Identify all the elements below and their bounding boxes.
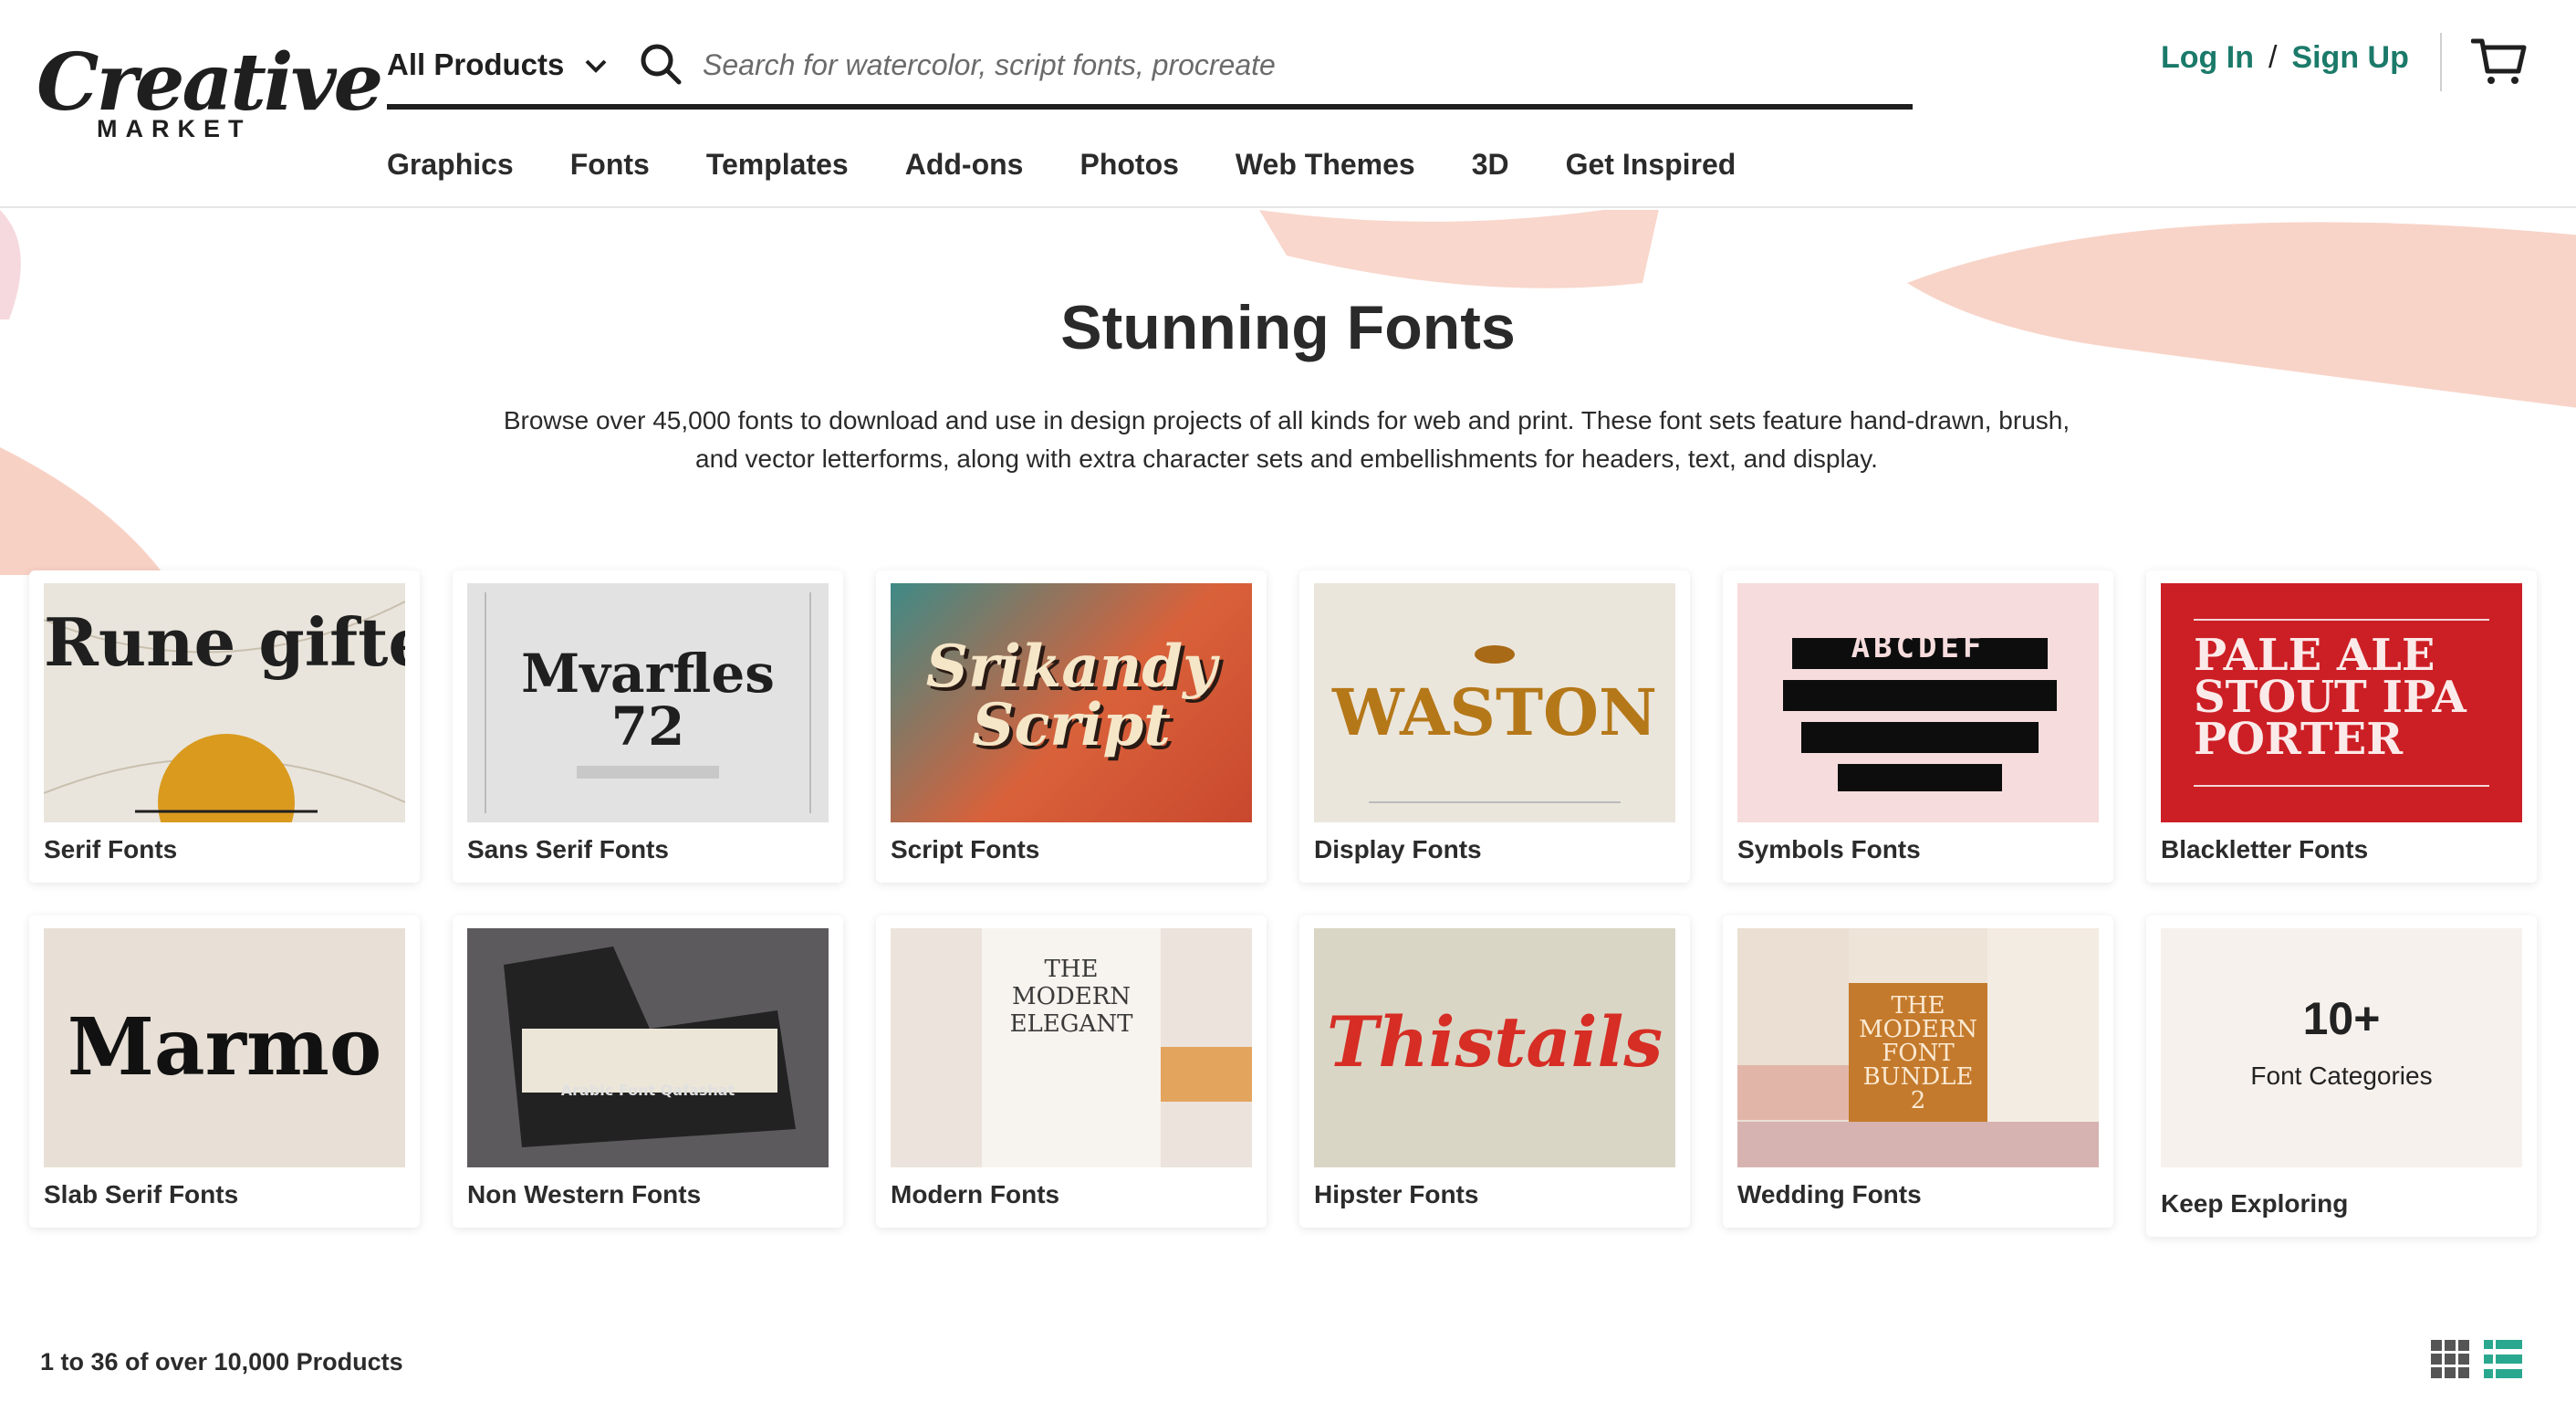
- category-grid: Rune gifter Serif Fonts Mvarfles 72 Sans…: [29, 570, 2548, 1237]
- hero-section: Stunning Fonts Browse over 45,000 fonts …: [0, 210, 2576, 575]
- thumbnail-title: Srikandy Script: [925, 633, 1217, 759]
- category-select[interactable]: All Products: [387, 47, 564, 82]
- category-label: Symbols Fonts: [1737, 835, 1921, 863]
- thumbnail-title: Mvarfles 72: [521, 643, 775, 758]
- thumbnail-title: Rune gifter: [44, 603, 405, 681]
- category-label: Display Fonts: [1314, 835, 1482, 863]
- chevron-down-icon[interactable]: [582, 57, 610, 75]
- category-card-non-western[interactable]: Arabic Font Qafashat Non Western Fonts: [453, 915, 843, 1228]
- category-thumbnail[interactable]: THE MODERN FONT BUNDLE 2: [1737, 928, 2099, 1167]
- category-label: Hipster Fonts: [1314, 1180, 1479, 1208]
- cart-icon[interactable]: [2471, 37, 2528, 88]
- nav-item-photos[interactable]: Photos: [1079, 148, 1178, 182]
- category-card-serif[interactable]: Rune gifter Serif Fonts: [29, 570, 420, 883]
- thumbnail-title: THE MODERN ELEGANT: [1009, 956, 1133, 1038]
- logo-subtitle: MARKET: [97, 115, 252, 142]
- category-label: Script Fonts: [891, 835, 1040, 863]
- category-thumbnail[interactable]: THE MODERN ELEGANT: [891, 928, 1252, 1167]
- category-thumbnail[interactable]: Rune gifter: [44, 583, 405, 822]
- thumbnail-title: ABCDEF: [1851, 629, 1986, 665]
- thumbnail-title: THE MODERN FONT BUNDLE 2: [1858, 992, 1978, 1114]
- category-thumbnail[interactable]: Mvarfles 72: [467, 583, 829, 822]
- category-card-slab-serif[interactable]: Marmo Slab Serif Fonts: [29, 915, 420, 1228]
- nav-item-graphics[interactable]: Graphics: [387, 148, 514, 182]
- signup-link[interactable]: Sign Up: [2291, 40, 2408, 75]
- category-thumbnail[interactable]: Arabic Font Qafashat: [467, 928, 829, 1167]
- search-icon[interactable]: [639, 42, 683, 86]
- category-label: Sans Serif Fonts: [467, 835, 669, 863]
- page-title: Stunning Fonts: [1060, 293, 1516, 362]
- grid-view-icon[interactable]: [2431, 1340, 2469, 1378]
- category-label: Blackletter Fonts: [2161, 835, 2369, 863]
- category-label: Slab Serif Fonts: [44, 1180, 239, 1208]
- nav-item-addons[interactable]: Add-ons: [905, 148, 1024, 182]
- category-thumbnail[interactable]: Marmo: [44, 928, 405, 1167]
- category-label: Wedding Fonts: [1737, 1180, 1922, 1208]
- main-nav: Graphics Fonts Templates Add-ons Photos …: [387, 148, 1792, 182]
- category-thumbnail[interactable]: Thistails: [1314, 928, 1675, 1167]
- page-description: Browse over 45,000 fonts to download and…: [503, 406, 2070, 473]
- auth-separator: /: [2268, 40, 2278, 75]
- category-card-wedding[interactable]: THE MODERN FONT BUNDLE 2 Wedding Fonts: [1723, 915, 2113, 1228]
- category-card-script[interactable]: Srikandy Script Script Fonts: [876, 570, 1267, 883]
- category-card-hipster[interactable]: Thistails Hipster Fonts: [1299, 915, 1690, 1228]
- thumbnail-title: WASTON: [1331, 675, 1658, 750]
- category-thumbnail[interactable]: ABCDEF: [1737, 583, 2099, 822]
- category-card-sans-serif[interactable]: Mvarfles 72 Sans Serif Fonts: [453, 570, 843, 883]
- thumbnail-title: Marmo: [67, 1001, 382, 1093]
- category-card-modern[interactable]: THE MODERN ELEGANT Modern Fonts: [876, 915, 1267, 1228]
- thumbnail-title: PALE ALE STOUT IPA PORTER: [2194, 630, 2466, 765]
- decorative-brush-stroke: [0, 447, 164, 575]
- nav-item-templates[interactable]: Templates: [706, 148, 849, 182]
- search-input[interactable]: [703, 42, 1889, 88]
- header-divider: [2440, 33, 2442, 91]
- thumbnail-title: Thistails: [1326, 1001, 1663, 1083]
- category-label: Keep Exploring: [2161, 1189, 2349, 1218]
- category-thumbnail[interactable]: Srikandy Script: [891, 583, 1252, 822]
- thumbnail-count: 10+: [2302, 993, 2381, 1044]
- thumbnail-decoration: [1783, 638, 2057, 791]
- category-label: Non Western Fonts: [467, 1180, 702, 1208]
- category-label: Serif Fonts: [44, 835, 178, 863]
- results-count: 1 to 36 of over 10,000 Products: [40, 1348, 403, 1375]
- site-header: Creative MARKET All Products Log In / Sign…: [0, 0, 2576, 208]
- list-view-icon[interactable]: [2484, 1340, 2522, 1378]
- thumbnail-title: Arabic Font Qafashat: [560, 1082, 735, 1099]
- category-card-display[interactable]: WASTON Display Fonts: [1299, 570, 1690, 883]
- nav-item-get-inspired[interactable]: Get Inspired: [1566, 148, 1736, 182]
- category-label: Modern Fonts: [891, 1180, 1060, 1208]
- search-bar: All Products: [387, 31, 1913, 110]
- login-link[interactable]: Log In: [2161, 40, 2254, 75]
- category-thumbnail[interactable]: 10+ Font Categories: [2161, 928, 2522, 1167]
- category-card-keep-exploring[interactable]: 10+ Font Categories Keep Exploring: [2146, 915, 2537, 1237]
- thumbnail-decoration: [504, 947, 796, 1147]
- category-thumbnail[interactable]: PALE ALE STOUT IPA PORTER: [2161, 583, 2522, 822]
- category-card-symbols[interactable]: ABCDEF Symbols Fonts: [1723, 570, 2113, 883]
- nav-item-3d[interactable]: 3D: [1472, 148, 1509, 182]
- auth-links: Log In / Sign Up: [2161, 40, 2409, 76]
- nav-item-fonts[interactable]: Fonts: [570, 148, 650, 182]
- thumbnail-subtitle: Font Categories: [2250, 1062, 2433, 1090]
- creative-market-logo[interactable]: Creative MARKET: [37, 37, 383, 146]
- nav-item-web-themes[interactable]: Web Themes: [1236, 148, 1415, 182]
- category-card-blackletter[interactable]: PALE ALE STOUT IPA PORTER Blackletter Fo…: [2146, 570, 2537, 883]
- category-thumbnail[interactable]: WASTON: [1314, 583, 1675, 822]
